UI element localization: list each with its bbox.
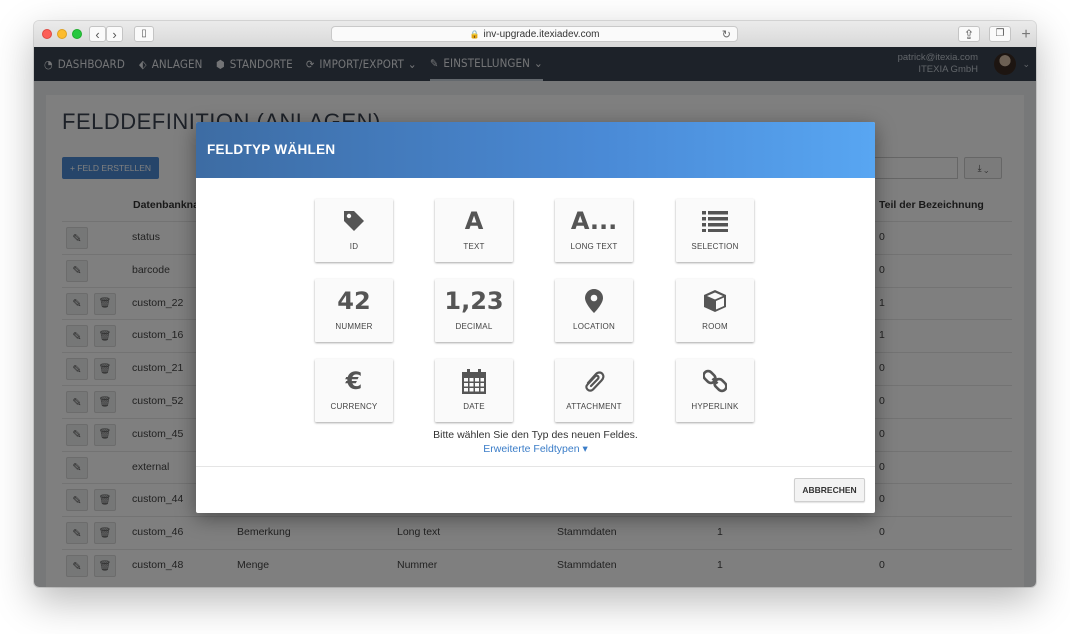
- field-type-selection-label: SELECTION: [691, 242, 739, 251]
- plus-icon: +: [1021, 26, 1031, 43]
- tabs-icon: ❐: [995, 28, 1005, 39]
- modal-hint-text: Bitte wählen Sie den Typ des neuen Felde…: [433, 429, 638, 441]
- cancel-button[interactable]: ABBRECHEN: [794, 478, 865, 502]
- long-text-icon: A...: [570, 207, 618, 235]
- field-type-selection[interactable]: SELECTION: [676, 199, 754, 262]
- modal-header: FELDTYP WÄHLEN: [196, 122, 875, 178]
- text-icon: A: [464, 207, 484, 235]
- close-window-button[interactable]: [42, 29, 52, 39]
- modal-title: FELDTYP WÄHLEN: [207, 142, 336, 157]
- field-type-decimal[interactable]: 1,23 DECIMAL: [435, 279, 513, 342]
- field-type-room-label: ROOM: [702, 322, 728, 331]
- tag-icon: [315, 208, 393, 234]
- modal-footer-divider: [196, 466, 875, 467]
- field-type-text[interactable]: A TEXT: [435, 199, 513, 262]
- decimal-icon: 1,23: [444, 287, 504, 315]
- browser-toolbar: ‹ › ▯ 🔒 inv-upgrade.itexiadev.com ↻ ⇪ ❐ …: [34, 21, 1036, 48]
- sidebar-toggle-button[interactable]: ▯: [134, 26, 154, 42]
- link-icon: [676, 368, 754, 394]
- field-type-id-label: ID: [349, 242, 359, 251]
- paperclip-icon: [555, 368, 633, 394]
- number-icon: 42: [337, 287, 371, 315]
- sidebar-icon: ▯: [141, 28, 147, 39]
- minimize-window-button[interactable]: [57, 29, 67, 39]
- map-marker-icon: [555, 288, 633, 314]
- field-type-nummer-label: NUMMER: [335, 322, 373, 331]
- cube-icon: [676, 288, 754, 314]
- field-type-id[interactable]: ID: [315, 199, 393, 262]
- zoom-window-button[interactable]: [72, 29, 82, 39]
- share-button[interactable]: ⇪: [958, 26, 980, 42]
- field-type-location-label: LOCATION: [573, 322, 615, 331]
- lock-icon: 🔒: [469, 29, 480, 39]
- chevron-left-icon: ‹: [95, 26, 100, 42]
- field-type-long-text[interactable]: A... LONG TEXT: [555, 199, 633, 262]
- field-type-hyperlink[interactable]: HYPERLINK: [676, 359, 754, 422]
- field-type-room[interactable]: ROOM: [676, 279, 754, 342]
- euro-icon: €: [345, 367, 363, 395]
- list-icon: [676, 208, 754, 234]
- tabs-overview-button[interactable]: ❐: [989, 26, 1011, 42]
- field-type-attachment[interactable]: ATTACHMENT: [555, 359, 633, 422]
- field-type-modal: FELDTYP WÄHLEN ID A TEXT A... LONG TEXT: [196, 122, 875, 513]
- advanced-field-types-link[interactable]: Erweiterte Feldtypen ▾: [196, 443, 875, 455]
- field-type-date-label: DATE: [463, 402, 485, 411]
- new-tab-button[interactable]: +: [1016, 24, 1036, 46]
- back-button[interactable]: ‹: [89, 26, 106, 42]
- url-text: inv-upgrade.itexiadev.com: [483, 28, 600, 40]
- field-type-long-text-label: LONG TEXT: [570, 242, 618, 251]
- reload-icon[interactable]: ↻: [722, 28, 731, 41]
- field-type-currency-label: CURRENCY: [330, 402, 378, 411]
- field-type-text-label: TEXT: [463, 242, 485, 251]
- field-type-location[interactable]: LOCATION: [555, 279, 633, 342]
- field-type-hyperlink-label: HYPERLINK: [691, 402, 739, 411]
- field-type-date[interactable]: DATE: [435, 359, 513, 422]
- address-bar[interactable]: 🔒 inv-upgrade.itexiadev.com ↻: [331, 26, 738, 42]
- share-icon: ⇪: [963, 26, 975, 42]
- field-type-decimal-label: DECIMAL: [455, 322, 493, 331]
- field-type-attachment-label: ATTACHMENT: [566, 402, 622, 411]
- forward-button[interactable]: ›: [106, 26, 123, 42]
- field-type-currency[interactable]: € CURRENCY: [315, 359, 393, 422]
- field-type-nummer[interactable]: 42 NUMMER: [315, 279, 393, 342]
- calendar-icon: [435, 368, 513, 394]
- chevron-right-icon: ›: [112, 26, 117, 42]
- browser-window: ‹ › ▯ 🔒 inv-upgrade.itexiadev.com ↻ ⇪ ❐ …: [34, 21, 1036, 587]
